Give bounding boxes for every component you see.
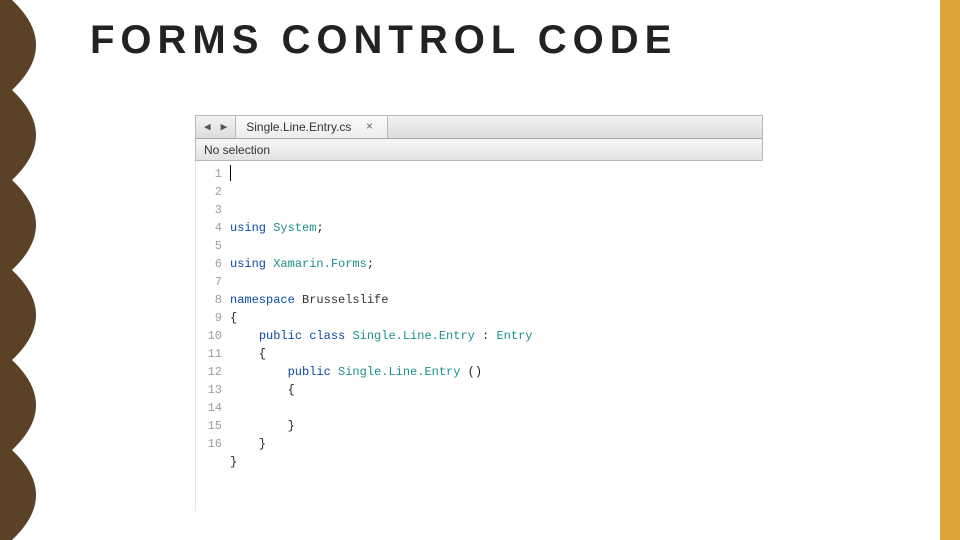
line-number: 7 [196,273,222,291]
breadcrumb[interactable]: No selection [195,139,763,161]
tab-nav: ◀ ▶ [196,116,236,138]
line-number: 12 [196,363,222,381]
code-line: public class Single.Line.Entry : Entry [230,327,763,345]
code-line [230,399,763,417]
line-number: 11 [196,345,222,363]
line-number: 14 [196,399,222,417]
nav-next-icon[interactable]: ▶ [221,120,228,134]
code-editor: ◀ ▶ Single.Line.Entry.cs × No selection … [195,115,763,511]
code-line: { [230,309,763,327]
accent-bar [940,0,960,540]
close-icon[interactable]: × [361,119,377,135]
code-line: } [230,453,763,471]
line-number: 13 [196,381,222,399]
code-line: { [230,345,763,363]
line-number: 1 [196,165,222,183]
line-number: 8 [196,291,222,309]
code-area: 12345678910111213141516 using System;usi… [195,161,763,511]
line-number: 4 [196,219,222,237]
line-number: 15 [196,417,222,435]
code-line [230,273,763,291]
tab-label: Single.Line.Entry.cs [246,120,351,134]
line-number: 9 [196,309,222,327]
code-line: } [230,435,763,453]
line-number: 6 [196,255,222,273]
page-title: FORMS CONTROL CODE [90,18,677,63]
code-line: namespace Brusselslife [230,291,763,309]
text-caret [230,165,231,181]
line-number: 16 [196,435,222,453]
line-number: 2 [196,183,222,201]
code-line: { [230,381,763,399]
file-tab[interactable]: Single.Line.Entry.cs × [236,116,388,138]
code-line [230,471,763,489]
nav-prev-icon[interactable]: ◀ [204,120,211,134]
line-number: 5 [196,237,222,255]
code-line: } [230,417,763,435]
code-line: using Xamarin.Forms; [230,255,763,273]
line-number: 10 [196,327,222,345]
line-number-gutter: 12345678910111213141516 [196,161,228,511]
code-line: public Single.Line.Entry () [230,363,763,381]
line-number: 3 [196,201,222,219]
tab-bar: ◀ ▶ Single.Line.Entry.cs × [195,115,763,139]
code-body[interactable]: using System; using Xamarin.Forms; namespa… [228,161,763,511]
decorative-wave [0,0,44,540]
code-line [230,489,763,507]
code-line [230,237,763,255]
code-line: using System; [230,219,763,237]
